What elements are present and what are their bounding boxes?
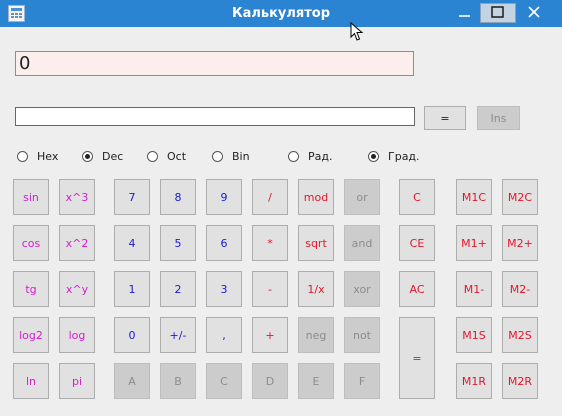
digit-3-button[interactable]: 3 [206,271,242,307]
hex-d-button[interactable]: D [252,363,288,399]
m1r-button[interactable]: M1R [456,363,492,399]
hex-f-button[interactable]: F [344,363,380,399]
equals-input-button[interactable]: = [424,106,466,130]
hex-b-button[interactable]: B [160,363,196,399]
and-button[interactable]: and [344,225,380,261]
maximize-icon [491,6,504,18]
digit-8-button[interactable]: 8 [160,179,196,215]
mod-button[interactable]: mod [298,179,334,215]
clear-button[interactable]: C [399,179,435,215]
plus-minus-button[interactable]: +/- [160,317,196,353]
radio-circle [147,151,158,162]
radio-hex[interactable]: Hex [17,150,58,163]
radio-dec[interactable]: Dec [82,150,123,163]
log2-button[interactable]: log2 [13,317,49,353]
sqrt-button[interactable]: sqrt [298,225,334,261]
radio-label: Град. [388,150,420,163]
radio-circle [288,151,299,162]
m2c-button[interactable]: M2C [502,179,538,215]
digit-2-button[interactable]: 2 [160,271,196,307]
radio-circle [17,151,28,162]
log-button[interactable]: log [59,317,95,353]
divide-button[interactable]: / [252,179,288,215]
minimize-icon [459,15,470,17]
m1c-button[interactable]: M1C [456,179,492,215]
radio-oct[interactable]: Oct [147,150,186,163]
m2r-button[interactable]: M2R [502,363,538,399]
m1-plus-button[interactable]: M1+ [456,225,492,261]
radio-degrees[interactable]: Град. [368,150,420,163]
digit-0-button[interactable]: 0 [114,317,150,353]
radio-circle [82,151,93,162]
maximize-button[interactable] [480,3,516,23]
cos-button[interactable]: cos [13,225,49,261]
cube-button[interactable]: x^3 [59,179,95,215]
neg-button[interactable]: neg [298,317,334,353]
ln-button[interactable]: ln [13,363,49,399]
sin-button[interactable]: sin [13,179,49,215]
digit-7-button[interactable]: 7 [114,179,150,215]
m2s-button[interactable]: M2S [502,317,538,353]
comma-button[interactable]: , [206,317,242,353]
radio-bin[interactable]: Bin [212,150,250,163]
radio-label: Bin [232,150,250,163]
radio-label: Dec [102,150,124,163]
clear-entry-button[interactable]: CE [399,225,435,261]
m2-plus-button[interactable]: M2+ [502,225,538,261]
minus-button[interactable]: - [252,271,288,307]
title-bar: Калькулятор [0,0,562,27]
minimize-button[interactable] [449,3,481,23]
plus-button[interactable]: + [252,317,288,353]
radio-circle [368,151,379,162]
radio-label: Рад. [308,150,333,163]
not-button[interactable]: not [344,317,380,353]
power-button[interactable]: x^y [59,271,95,307]
close-icon [528,6,540,18]
tg-button[interactable]: tg [13,271,49,307]
equals-button[interactable]: = [399,317,435,399]
close-button[interactable] [519,3,551,23]
mouse-cursor-icon [350,22,364,41]
all-clear-button[interactable]: AC [399,271,435,307]
radio-circle [212,151,223,162]
reciprocal-button[interactable]: 1/x [298,271,334,307]
ins-button[interactable]: Ins [477,106,520,130]
radio-label: Oct [167,150,187,163]
hex-c-button[interactable]: C [206,363,242,399]
hex-a-button[interactable]: A [114,363,150,399]
radio-radians[interactable]: Рад. [288,150,332,163]
or-button[interactable]: or [344,179,380,215]
digit-9-button[interactable]: 9 [206,179,242,215]
square-button[interactable]: x^2 [59,225,95,261]
digit-5-button[interactable]: 5 [160,225,196,261]
hex-e-button[interactable]: E [298,363,334,399]
m1s-button[interactable]: M1S [456,317,492,353]
m1-minus-button[interactable]: M1- [456,271,492,307]
pi-button[interactable]: pi [59,363,95,399]
xor-button[interactable]: xor [344,271,380,307]
digit-4-button[interactable]: 4 [114,225,150,261]
radio-label: Hex [37,150,59,163]
digit-1-button[interactable]: 1 [114,271,150,307]
multiply-button[interactable]: * [252,225,288,261]
result-display: 0 [15,51,414,76]
m2-minus-button[interactable]: M2- [502,271,538,307]
expression-input[interactable] [15,107,415,126]
digit-6-button[interactable]: 6 [206,225,242,261]
